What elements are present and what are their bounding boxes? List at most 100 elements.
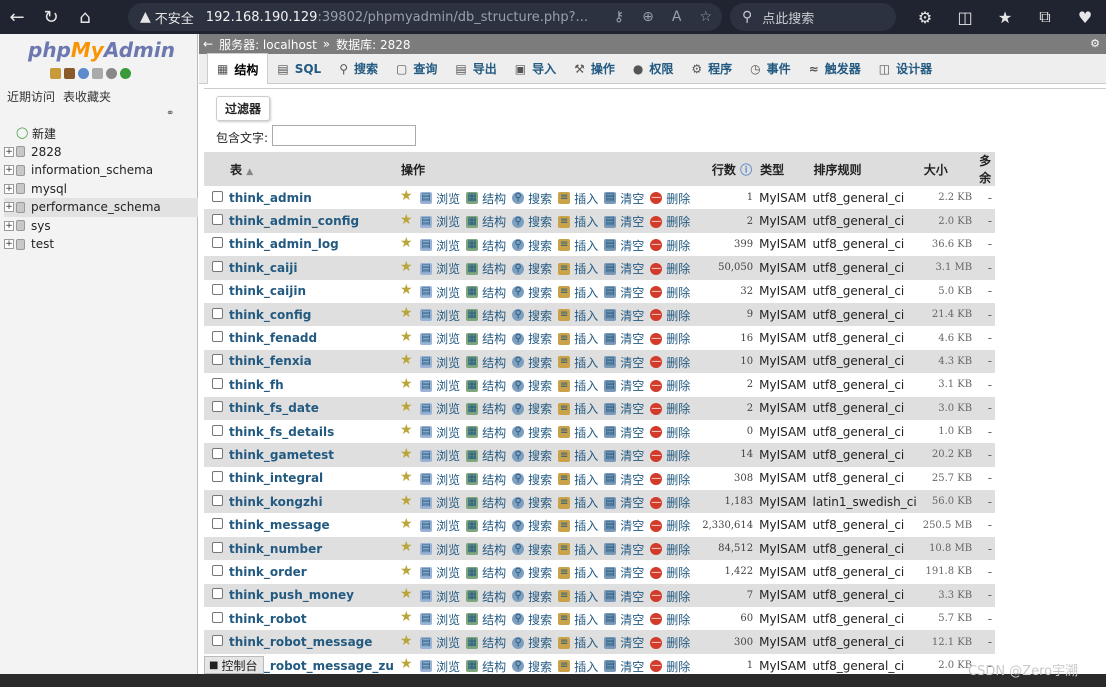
action-drop[interactable]: — 删除 bbox=[650, 330, 690, 347]
table-name-link[interactable]: think_gametest bbox=[226, 443, 397, 467]
action-empty[interactable]: ▤ 清空 bbox=[604, 424, 644, 441]
action-drop[interactable]: — 删除 bbox=[650, 588, 690, 605]
table-size[interactable]: 5.0 KB bbox=[919, 279, 976, 303]
favorite-star-icon[interactable]: ★ bbox=[400, 282, 413, 298]
action-drop[interactable]: — 删除 bbox=[650, 517, 690, 534]
table-size[interactable]: 20.2 KB bbox=[919, 443, 976, 467]
favorite-star-icon[interactable]: ★ bbox=[400, 493, 413, 509]
tab-structure[interactable]: ▦ 结构 bbox=[207, 53, 269, 84]
action-search[interactable]: ⚲ 搜索 bbox=[512, 330, 552, 347]
table-size[interactable]: 250.5 MB bbox=[919, 513, 976, 537]
action-search[interactable]: ⚲ 搜索 bbox=[512, 611, 552, 628]
action-browse[interactable]: ▤ 浏览 bbox=[420, 588, 460, 605]
table-size[interactable]: 3.1 MB bbox=[919, 256, 976, 280]
action-browse[interactable]: ▤ 浏览 bbox=[420, 190, 460, 207]
action-search[interactable]: ⚲ 搜索 bbox=[512, 400, 552, 417]
read-aloud-icon[interactable]: A bbox=[672, 9, 682, 25]
expand-icon[interactable]: + bbox=[4, 220, 14, 231]
row-checkbox[interactable] bbox=[212, 611, 223, 623]
action-browse[interactable]: ▤ 浏览 bbox=[420, 400, 460, 417]
expand-icon[interactable]: + bbox=[4, 239, 14, 250]
action-drop[interactable]: — 删除 bbox=[650, 447, 690, 464]
action-insert[interactable]: ≡ 插入 bbox=[558, 611, 598, 628]
tab-designer[interactable]: ◫ 设计器 bbox=[870, 54, 941, 84]
action-empty[interactable]: ▤ 清空 bbox=[604, 658, 644, 675]
row-checkbox[interactable] bbox=[212, 447, 223, 459]
expand-icon[interactable]: + bbox=[4, 202, 14, 213]
action-structure[interactable]: ▦ 结构 bbox=[466, 237, 506, 254]
action-search[interactable]: ⚲ 搜索 bbox=[512, 307, 552, 324]
row-checkbox[interactable] bbox=[212, 214, 223, 226]
action-insert[interactable]: ≡ 插入 bbox=[558, 564, 598, 581]
action-insert[interactable]: ≡ 插入 bbox=[558, 354, 598, 371]
settings-icon[interactable]: ⚙ bbox=[1090, 37, 1100, 50]
action-browse[interactable]: ▤ 浏览 bbox=[420, 354, 460, 371]
action-structure[interactable]: ▦ 结构 bbox=[466, 284, 506, 301]
action-structure[interactable]: ▦ 结构 bbox=[466, 447, 506, 464]
action-drop[interactable]: — 删除 bbox=[650, 400, 690, 417]
header-size[interactable]: 大小 bbox=[919, 152, 976, 186]
header-rows[interactable]: 行数 ⓘ bbox=[699, 152, 757, 186]
action-insert[interactable]: ≡ 插入 bbox=[558, 307, 598, 324]
tab-triggers[interactable]: ≈ 触发器 bbox=[800, 54, 870, 84]
table-size[interactable]: 36.6 KB bbox=[919, 232, 976, 257]
action-search[interactable]: ⚲ 搜索 bbox=[512, 517, 552, 534]
table-size[interactable]: 25.7 KB bbox=[919, 466, 976, 491]
tab-import[interactable]: ▣ 导入 bbox=[506, 54, 565, 84]
logout-icon[interactable] bbox=[64, 68, 75, 79]
action-structure[interactable]: ▦ 结构 bbox=[466, 517, 506, 534]
action-empty[interactable]: ▤ 清空 bbox=[604, 330, 644, 347]
favorite-star-icon[interactable]: ★ bbox=[400, 259, 413, 275]
action-drop[interactable]: — 删除 bbox=[650, 424, 690, 441]
favorite-star-icon[interactable]: ★ bbox=[400, 212, 413, 228]
table-name-link[interactable]: think_caiji bbox=[226, 256, 397, 280]
tab-search[interactable]: ⚲ 搜索 bbox=[330, 54, 387, 84]
action-browse[interactable]: ▤ 浏览 bbox=[420, 447, 460, 464]
table-size[interactable]: 5.7 KB bbox=[919, 607, 976, 631]
tree-item-test[interactable]: + test bbox=[4, 235, 198, 254]
tree-item-performance-schema[interactable]: + performance_schema bbox=[4, 198, 198, 217]
action-structure[interactable]: ▦ 结构 bbox=[466, 260, 506, 277]
action-insert[interactable]: ≡ 插入 bbox=[558, 237, 598, 254]
action-structure[interactable]: ▦ 结构 bbox=[466, 634, 506, 651]
row-checkbox[interactable] bbox=[212, 237, 223, 249]
action-insert[interactable]: ≡ 插入 bbox=[558, 330, 598, 347]
copilot-icon[interactable]: ♥ bbox=[1065, 0, 1105, 34]
action-insert[interactable]: ≡ 插入 bbox=[558, 658, 598, 675]
table-name-link[interactable]: think_fs_date bbox=[226, 396, 397, 420]
action-empty[interactable]: ▤ 清空 bbox=[604, 494, 644, 511]
favorite-star-icon[interactable]: ★ bbox=[400, 609, 413, 625]
table-name-link[interactable]: think_order bbox=[226, 560, 397, 584]
action-empty[interactable]: ▤ 清空 bbox=[604, 564, 644, 581]
action-search[interactable]: ⚲ 搜索 bbox=[512, 424, 552, 441]
favorite-star-icon[interactable]: ★ bbox=[400, 235, 413, 251]
action-browse[interactable]: ▤ 浏览 bbox=[420, 634, 460, 651]
table-size[interactable]: 12.1 KB bbox=[919, 630, 976, 654]
row-checkbox[interactable] bbox=[212, 518, 223, 530]
tab-privileges[interactable]: ● 权限 bbox=[624, 54, 683, 84]
favorite-star-icon[interactable]: ★ bbox=[400, 563, 413, 579]
settings-icon[interactable] bbox=[106, 68, 117, 79]
action-browse[interactable]: ▤ 浏览 bbox=[420, 260, 460, 277]
action-search[interactable]: ⚲ 搜索 bbox=[512, 284, 552, 301]
action-drop[interactable]: — 删除 bbox=[650, 237, 690, 254]
action-browse[interactable]: ▤ 浏览 bbox=[420, 611, 460, 628]
console-toggle[interactable]: ■ 控制台 bbox=[204, 656, 264, 674]
header-type[interactable]: 类型 bbox=[756, 152, 810, 186]
table-size[interactable]: 2.0 KB bbox=[919, 209, 976, 233]
action-browse[interactable]: ▤ 浏览 bbox=[420, 330, 460, 347]
action-drop[interactable]: — 删除 bbox=[650, 190, 690, 207]
favorite-star-icon[interactable]: ★ bbox=[400, 469, 413, 485]
action-empty[interactable]: ▤ 清空 bbox=[604, 354, 644, 371]
action-empty[interactable]: ▤ 清空 bbox=[604, 400, 644, 417]
table-size[interactable]: 3.1 KB bbox=[919, 373, 976, 397]
table-name-link[interactable]: think_caijin bbox=[226, 279, 397, 303]
action-insert[interactable]: ≡ 插入 bbox=[558, 284, 598, 301]
action-browse[interactable]: ▤ 浏览 bbox=[420, 541, 460, 558]
table-name-link[interactable]: think_robot_message bbox=[226, 630, 397, 654]
expand-icon[interactable]: + bbox=[4, 165, 14, 176]
row-checkbox[interactable] bbox=[212, 331, 223, 343]
action-search[interactable]: ⚲ 搜索 bbox=[512, 447, 552, 464]
table-name-link[interactable]: think_message bbox=[226, 513, 397, 537]
favorite-star-icon[interactable]: ★ bbox=[400, 446, 413, 462]
